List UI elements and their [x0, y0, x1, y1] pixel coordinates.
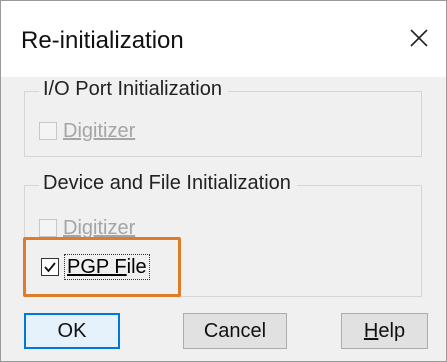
- device-digitizer-label-text: Digitizer: [63, 217, 136, 239]
- help-button-label-rest: elp: [378, 319, 406, 342]
- cancel-button-label: Cancel: [203, 319, 267, 342]
- close-button[interactable]: [406, 23, 432, 53]
- io-digitizer-label-text: Digitizer: [63, 120, 136, 142]
- reinitialization-dialog: Re-initialization I/O Port Initializatio…: [0, 0, 447, 362]
- ok-button[interactable]: OK: [24, 313, 120, 349]
- title-bar: Re-initialization: [1, 1, 446, 77]
- device-file-group-label: Device and File Initialization: [39, 171, 297, 195]
- io-digitizer-checkbox[interactable]: [39, 122, 57, 140]
- help-button[interactable]: Help: [341, 313, 428, 349]
- window-title: Re-initialization: [21, 27, 184, 54]
- cancel-button[interactable]: Cancel: [183, 313, 287, 349]
- close-icon: [410, 29, 428, 47]
- help-button-label: Help: [364, 320, 405, 343]
- io-port-group-label: I/O Port Initialization: [39, 77, 228, 101]
- highlight-box: [23, 237, 181, 297]
- ok-button-label: OK: [57, 319, 87, 342]
- io-digitizer-label: Digitizer: [63, 119, 135, 143]
- device-digitizer-checkbox[interactable]: [39, 219, 57, 237]
- help-button-label-underlined: H: [363, 319, 379, 342]
- io-digitizer-checkbox-row[interactable]: Digitizer: [39, 116, 135, 146]
